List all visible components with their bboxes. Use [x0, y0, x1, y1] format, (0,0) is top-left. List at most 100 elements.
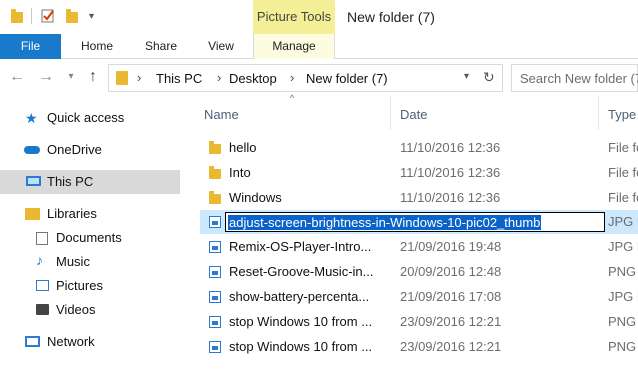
- file-row[interactable]: Remix-OS-Player-Intro... 21/09/2016 19:4…: [200, 235, 638, 259]
- file-name: stop Windows 10 from ...: [229, 314, 373, 329]
- file-name: Remix-OS-Player-Intro...: [229, 239, 372, 254]
- file-row[interactable]: stop Windows 10 from ... 23/09/2016 12:2…: [200, 335, 638, 359]
- nav-quick-access[interactable]: ★ Quick access: [0, 106, 180, 130]
- file-row[interactable]: hello 11/10/2016 12:36 File fo: [200, 136, 638, 160]
- nav-libraries[interactable]: Libraries: [0, 202, 180, 226]
- properties-icon[interactable]: [41, 9, 55, 23]
- refresh-icon[interactable]: ↻: [483, 69, 495, 86]
- tab-manage[interactable]: Manage: [253, 34, 335, 59]
- tab-home[interactable]: Home: [66, 34, 128, 59]
- nav-label: Music: [56, 254, 90, 269]
- file-name: hello: [229, 140, 257, 155]
- file-name: Windows: [229, 190, 282, 205]
- file-type: JPG F: [608, 289, 638, 304]
- nav-label: Network: [47, 334, 95, 349]
- rename-text[interactable]: adjust-screen-brightness-in-Windows-10-p…: [228, 215, 542, 230]
- breadcrumb-this-pc[interactable]: This PC: [156, 71, 202, 86]
- nav-music[interactable]: ♪ Music: [0, 250, 180, 274]
- nav-label: Quick access: [47, 110, 125, 125]
- column-date[interactable]: Date: [400, 107, 427, 122]
- tab-view[interactable]: View: [192, 34, 250, 59]
- music-icon: ♪: [36, 252, 43, 268]
- image-file-icon: [209, 241, 221, 253]
- address-dropdown-icon[interactable]: ▾: [464, 71, 469, 82]
- nav-label: Libraries: [47, 206, 97, 221]
- back-icon[interactable]: ←: [9, 68, 25, 86]
- file-date: 11/10/2016 12:36: [400, 165, 501, 180]
- file-row[interactable]: Windows 11/10/2016 12:36 File fo: [200, 186, 638, 210]
- up-icon[interactable]: ↑: [85, 68, 101, 86]
- file-date: 20/09/2016 12:48: [400, 264, 502, 279]
- file-row[interactable]: stop Windows 10 from ... 23/09/2016 12:2…: [200, 310, 638, 334]
- breadcrumb-new-folder[interactable]: New folder (7): [306, 71, 388, 86]
- picture-tools-context: Picture Tools: [253, 0, 335, 34]
- column-divider[interactable]: [598, 96, 599, 130]
- breadcrumb-desktop[interactable]: Desktop: [229, 71, 277, 86]
- file-name: Into: [229, 165, 251, 180]
- column-type[interactable]: Type: [608, 107, 636, 122]
- nav-label: Pictures: [56, 278, 103, 293]
- file-row-selected[interactable]: adjust-screen-brightness-in-Windows-10-p…: [200, 210, 638, 234]
- customize-quick-access-icon[interactable]: ▾: [89, 11, 103, 25]
- network-icon: [25, 336, 40, 347]
- folder-icon: [209, 141, 221, 154]
- file-name: stop Windows 10 from ...: [229, 339, 373, 354]
- file-type: File fo: [608, 190, 638, 205]
- forward-icon[interactable]: →: [38, 68, 54, 86]
- file-row[interactable]: Reset-Groove-Music-in... 20/09/2016 12:4…: [200, 260, 638, 284]
- chevron-right-icon[interactable]: ›: [217, 70, 221, 85]
- chevron-right-icon[interactable]: ›: [137, 70, 141, 85]
- pictures-icon: [36, 280, 49, 291]
- file-row[interactable]: Into 11/10/2016 12:36 File fo: [200, 161, 638, 185]
- nav-pictures[interactable]: Pictures: [0, 274, 180, 298]
- column-divider[interactable]: [390, 96, 391, 130]
- videos-icon: [36, 304, 49, 315]
- separator: [31, 8, 32, 24]
- column-name[interactable]: Name: [204, 107, 239, 122]
- title-bar: ▾ Picture Tools New folder (7): [0, 0, 638, 34]
- folder-icon: [209, 191, 221, 204]
- search-box[interactable]: Search New folder (7): [511, 64, 638, 92]
- file-type: JPG F: [608, 239, 638, 254]
- nav-label: OneDrive: [47, 142, 102, 157]
- nav-network[interactable]: Network: [0, 330, 180, 354]
- tab-file[interactable]: File: [0, 34, 61, 59]
- file-name: show-battery-percenta...: [229, 289, 370, 304]
- file-date: 23/09/2016 12:21: [400, 314, 502, 329]
- image-file-icon: [209, 341, 221, 353]
- window-title: New folder (7): [347, 9, 435, 25]
- nav-videos[interactable]: Videos: [0, 298, 180, 322]
- folder-icon: [209, 166, 221, 179]
- image-file-icon: [209, 316, 221, 328]
- image-file-icon: [209, 216, 221, 228]
- folder-icon: [11, 9, 25, 23]
- file-type: File fo: [608, 165, 638, 180]
- new-folder-icon[interactable]: [66, 9, 80, 23]
- file-type: File fo: [608, 140, 638, 155]
- navigation-pane: ★ Quick access OneDrive This PC Librarie…: [0, 96, 180, 381]
- file-date: 11/10/2016 12:36: [400, 190, 501, 205]
- file-row[interactable]: show-battery-percenta... 21/09/2016 17:0…: [200, 285, 638, 309]
- search-input[interactable]: Search New folder (7): [520, 71, 638, 86]
- cloud-icon: [24, 146, 40, 154]
- file-date: 21/09/2016 17:08: [400, 289, 502, 304]
- tab-share[interactable]: Share: [130, 34, 192, 59]
- file-date: 23/09/2016 12:21: [400, 339, 502, 354]
- address-bar[interactable]: › This PC › Desktop › New folder (7) ▾ ↻: [108, 64, 503, 92]
- nav-label: This PC: [47, 174, 94, 189]
- image-file-icon: [209, 266, 221, 278]
- column-headers: Name Date Type: [180, 96, 638, 130]
- file-type: PNG: [608, 339, 637, 354]
- file-date: 21/09/2016 19:48: [400, 239, 502, 254]
- file-type: PNG: [608, 264, 637, 279]
- folder-icon: [116, 71, 128, 85]
- nav-this-pc[interactable]: This PC: [0, 170, 180, 194]
- nav-onedrive[interactable]: OneDrive: [0, 138, 180, 162]
- chevron-right-icon[interactable]: ›: [290, 70, 294, 85]
- nav-documents[interactable]: Documents: [0, 226, 180, 250]
- recent-locations-icon[interactable]: ▾: [63, 68, 79, 86]
- rename-input[interactable]: adjust-screen-brightness-in-Windows-10-p…: [225, 212, 605, 232]
- image-file-icon: [209, 291, 221, 303]
- documents-icon: [36, 232, 48, 245]
- nav-label: Documents: [56, 230, 122, 245]
